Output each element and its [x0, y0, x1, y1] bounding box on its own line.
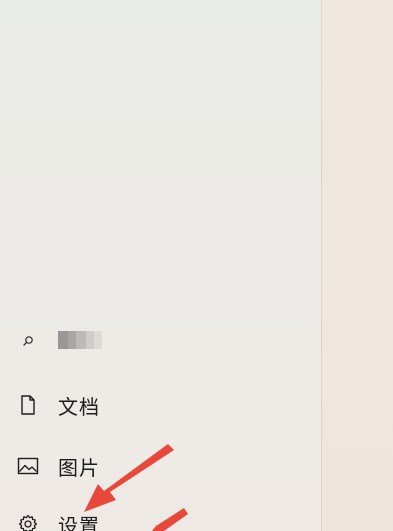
nav-item-pictures-label: 图片: [58, 455, 100, 480]
magnifier-icon: [15, 328, 41, 354]
user-account-row[interactable]: [0, 319, 300, 363]
desktop-background: [322, 0, 393, 531]
gear-icon: [15, 511, 41, 531]
nav-item-settings[interactable]: 设置: [0, 501, 300, 531]
start-menu-panel: 文档 图片 设置: [0, 0, 321, 531]
nav-item-settings-label: 设置: [58, 513, 100, 531]
blurred-user-name: [58, 331, 102, 349]
image-icon: [15, 453, 41, 479]
nav-item-pictures[interactable]: 图片: [0, 443, 300, 489]
document-icon: [15, 392, 41, 418]
nav-item-documents-label: 文档: [58, 394, 100, 419]
nav-item-documents[interactable]: 文档: [0, 382, 300, 428]
